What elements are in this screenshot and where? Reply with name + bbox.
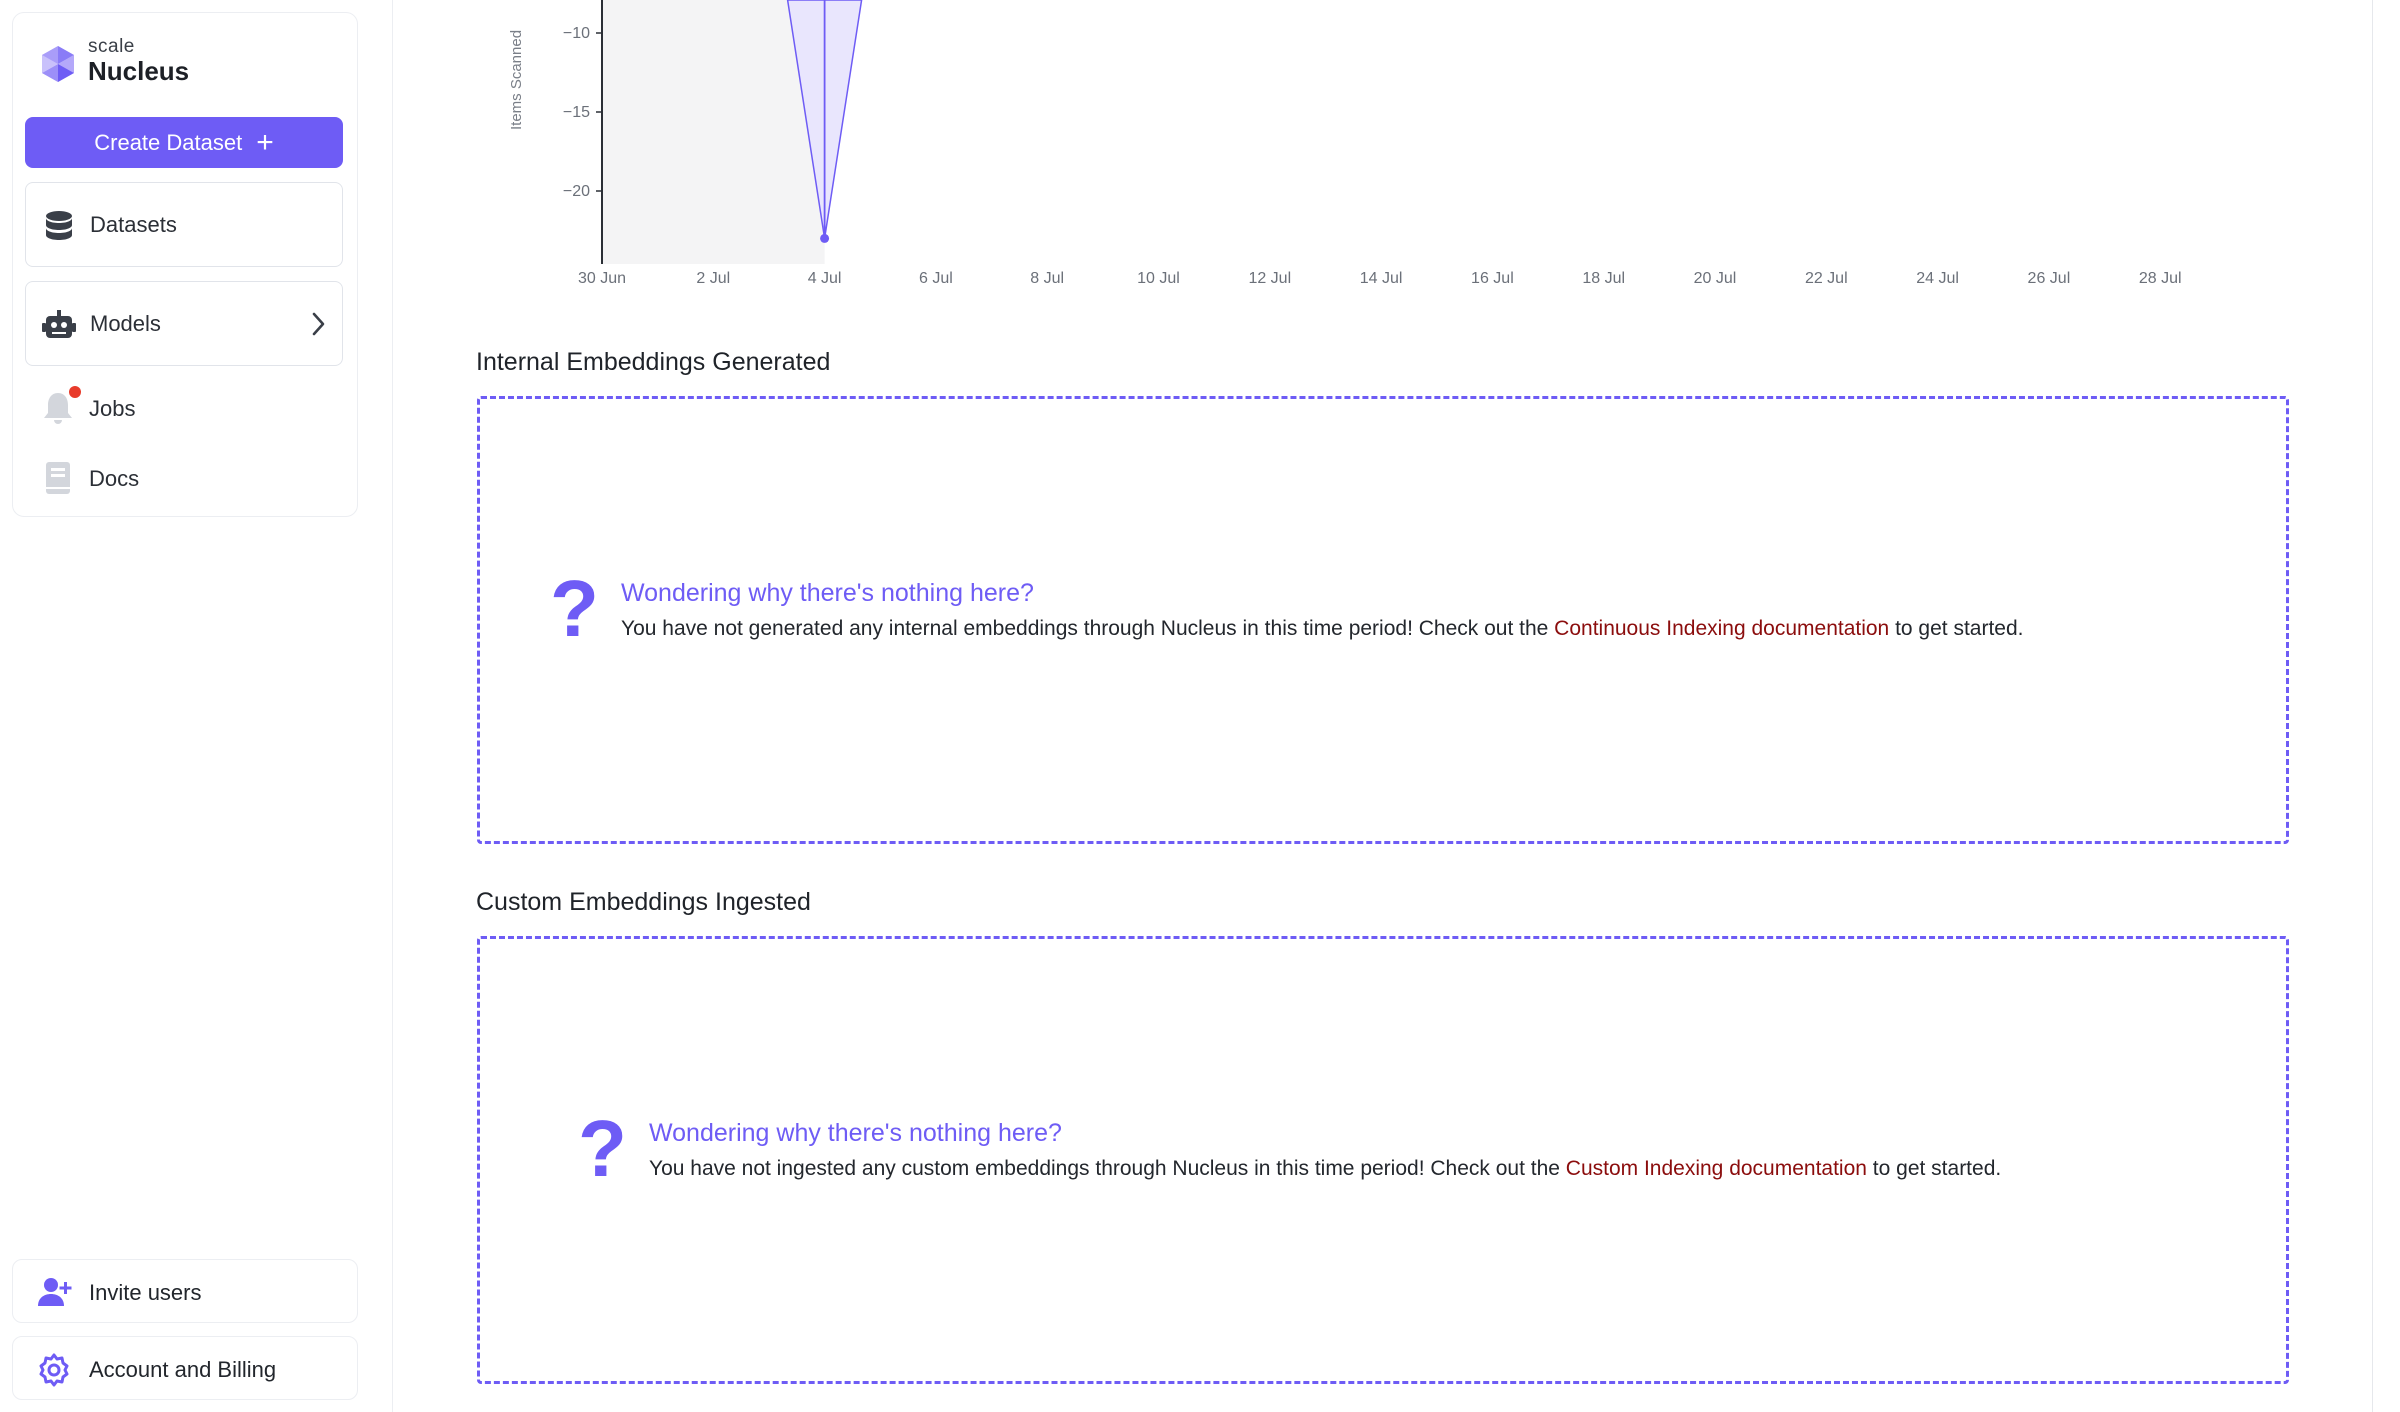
- chart-x-tick-label: 6 Jul: [919, 270, 953, 287]
- chart-x-tick-label: 18 Jul: [1582, 270, 1625, 287]
- chart-y-axis-label: Items Scanned: [508, 30, 525, 130]
- sidebar-item-label: Models: [90, 310, 161, 336]
- section-title-internal: Internal Embeddings Generated: [476, 348, 831, 376]
- invite-users-button[interactable]: Invite users: [12, 1259, 358, 1323]
- chart-x-tick-label: 10 Jul: [1137, 270, 1180, 287]
- chart-x-tick-label: 8 Jul: [1030, 270, 1064, 287]
- add-user-icon: [38, 1278, 72, 1306]
- section-title-custom: Custom Embeddings Ingested: [476, 888, 811, 916]
- book-icon: [46, 462, 70, 494]
- account-billing-button[interactable]: Account and Billing: [12, 1336, 358, 1400]
- sidebar-item-models[interactable]: Models: [25, 281, 343, 366]
- database-icon: [46, 211, 72, 240]
- empty-body-text: You have not ingested any custom embeddi…: [649, 1157, 1566, 1180]
- chart-data-point: [820, 233, 830, 243]
- sidebar-item-label: Datasets: [90, 211, 177, 237]
- question-mark-icon: ?: [550, 564, 599, 653]
- chart-svg: Items Scanned −10 −15 −20 30 Jun 2 Jul 4 Jul 6 …: [508, 0, 2182, 287]
- chart-y-tick-label: −15: [563, 104, 590, 121]
- chevron-right-icon: [312, 312, 325, 336]
- empty-body-text: You have not generated any internal embe…: [621, 617, 1555, 640]
- chart-x-tick-label: 4 Jul: [808, 270, 842, 287]
- logo-brand: scale: [88, 36, 135, 57]
- chart-x-tick-label: 12 Jul: [1248, 270, 1291, 287]
- robot-icon: [42, 310, 76, 338]
- chart-x-tick-label: 2 Jul: [696, 270, 730, 287]
- question-mark-icon: ?: [578, 1104, 627, 1193]
- invite-users-label: Invite users: [89, 1280, 202, 1305]
- app: scale Nucleus Create Dataset + Datasets: [0, 0, 2400, 1412]
- chart-x-tick-label: 24 Jul: [1916, 270, 1959, 287]
- chart-x-tick-label: 26 Jul: [2028, 270, 2071, 287]
- chart-x-tick-label: 20 Jul: [1694, 270, 1737, 287]
- empty-state-internal: ? Wondering why there's nothing here? Yo…: [477, 396, 2289, 844]
- continuous-indexing-docs-link[interactable]: Continuous Indexing documentation: [1554, 617, 1889, 640]
- main-content: Items Scanned −10 −15 −20 30 Jun 2 Jul 4 Jul 6 …: [393, 0, 2373, 1412]
- chart-shaded-region: [602, 0, 825, 264]
- sidebar-item-jobs[interactable]: Jobs: [25, 382, 343, 434]
- empty-state-custom: ? Wondering why there's nothing here? Yo…: [477, 936, 2289, 1384]
- chart-x-tick-label: 28 Jul: [2139, 270, 2182, 287]
- items-scanned-chart: Items Scanned −10 −15 −20 30 Jun 2 Jul 4 Jul 6 …: [393, 0, 2373, 300]
- plus-icon: +: [256, 125, 274, 159]
- chart-x-tick-label: 30 Jun: [578, 270, 626, 287]
- empty-heading: Wondering why there's nothing here?: [649, 1119, 1062, 1147]
- custom-indexing-docs-link[interactable]: Custom Indexing documentation: [1566, 1157, 1867, 1180]
- empty-body-text-end: to get started.: [1866, 1157, 2002, 1180]
- sidebar-item-datasets[interactable]: Datasets: [25, 182, 343, 267]
- chart-y-tick-label: −10: [563, 25, 590, 42]
- chart-x-tick-label: 14 Jul: [1360, 270, 1403, 287]
- logo[interactable]: scale Nucleus: [24, 22, 324, 92]
- empty-heading: Wondering why there's nothing here?: [621, 579, 1034, 607]
- empty-body: You have not ingested any custom embeddi…: [649, 1157, 2001, 1181]
- create-dataset-label: Create Dataset: [94, 129, 243, 155]
- chart-y-tick-label: −20: [563, 183, 590, 200]
- right-divider: [2372, 0, 2373, 1412]
- sidebar-item-label: Docs: [89, 466, 140, 491]
- gear-icon: [39, 1353, 69, 1387]
- empty-body-text-end: to get started.: [1889, 617, 2024, 640]
- notification-dot: [69, 386, 81, 398]
- chart-x-tick-label: 22 Jul: [1805, 270, 1848, 287]
- sidebar-item-docs[interactable]: Docs: [25, 452, 343, 504]
- account-billing-label: Account and Billing: [89, 1357, 277, 1382]
- sidebar: scale Nucleus Create Dataset + Datasets: [0, 0, 393, 1412]
- create-dataset-button[interactable]: Create Dataset +: [25, 117, 343, 168]
- nucleus-logo-icon: [42, 46, 74, 82]
- sidebar-item-label: Jobs: [89, 396, 136, 421]
- empty-body: You have not generated any internal embe…: [621, 617, 2024, 641]
- chart-x-tick-label: 16 Jul: [1471, 270, 1514, 287]
- logo-product: Nucleus: [88, 56, 190, 86]
